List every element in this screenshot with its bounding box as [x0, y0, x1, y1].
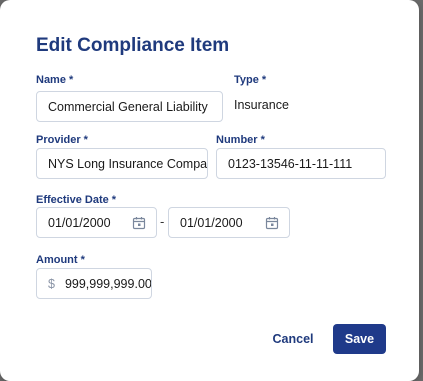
cancel-button[interactable]: Cancel: [266, 324, 320, 354]
currency-symbol: $: [48, 276, 55, 291]
save-button[interactable]: Save: [333, 324, 386, 354]
amount-field[interactable]: $ 999,999,999.00: [36, 268, 152, 299]
number-field[interactable]: 0123-13546-11-11-111: [216, 148, 386, 179]
calendar-icon[interactable]: [265, 216, 279, 230]
calendar-icon[interactable]: [132, 216, 146, 230]
amount-value: 999,999,999.00: [64, 276, 152, 291]
effective-date-start-value: 01/01/2000: [48, 215, 111, 230]
edit-compliance-dialog: Edit Compliance Item Name * Commercial G…: [0, 0, 419, 381]
dialog-title: Edit Compliance Item: [36, 35, 230, 56]
type-label: Type *: [234, 74, 267, 86]
amount-label: Amount *: [36, 254, 85, 266]
effective-date-label: Effective Date *: [36, 194, 117, 206]
provider-value: NYS Long Insurance Company: [48, 156, 208, 171]
name-label: Name *: [36, 74, 74, 86]
number-label: Number *: [216, 134, 265, 146]
type-value: Insurance: [234, 98, 289, 112]
name-value: Commercial General Liability: [48, 99, 208, 114]
effective-date-start-field[interactable]: 01/01/2000: [36, 207, 157, 238]
name-field[interactable]: Commercial General Liability: [36, 91, 223, 122]
effective-date-end-field[interactable]: 01/01/2000: [168, 207, 290, 238]
number-value: 0123-13546-11-11-111: [228, 156, 353, 171]
date-range-separator: -: [160, 214, 165, 229]
effective-date-end-value: 01/01/2000: [180, 215, 243, 230]
provider-field[interactable]: NYS Long Insurance Company: [36, 148, 208, 179]
provider-label: Provider *: [36, 134, 88, 146]
